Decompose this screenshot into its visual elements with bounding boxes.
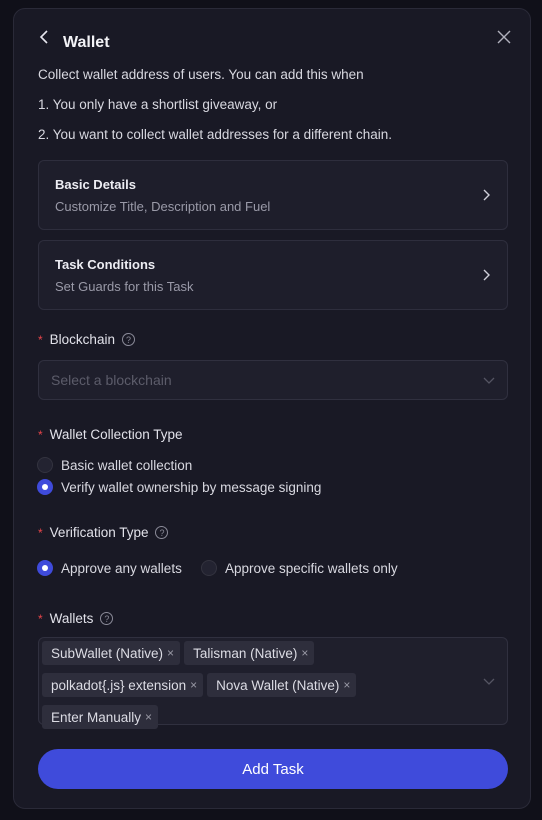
verification-type-label: * Verification Type ? <box>38 525 169 540</box>
wallet-tag: polkadot{.js} extension × <box>42 673 204 697</box>
radio-label: Approve any wallets <box>61 560 182 576</box>
radio-label: Verify wallet ownership by message signi… <box>61 479 322 495</box>
description-line: 2. You want to collect wallet addresses … <box>38 127 392 142</box>
radio-button-selected[interactable] <box>37 479 53 495</box>
task-conditions-card[interactable]: Task Conditions Set Guards for this Task <box>38 240 508 310</box>
label-text: Verification Type <box>49 525 149 540</box>
card-subtitle: Set Guards for this Task <box>55 279 194 294</box>
required-mark: * <box>38 427 43 442</box>
radio-button-selected[interactable] <box>37 560 53 576</box>
wallets-multiselect[interactable]: SubWallet (Native) × Talisman (Native) × p… <box>38 637 508 729</box>
card-title: Basic Details <box>55 177 136 192</box>
chevron-down-icon <box>483 377 495 384</box>
tag-label: Nova Wallet (Native) <box>216 677 340 693</box>
add-task-button[interactable]: Add Task <box>38 749 508 789</box>
wallet-tag: Nova Wallet (Native) × <box>207 673 357 697</box>
description-line: 1. You only have a shortlist giveaway, o… <box>38 97 278 112</box>
wallet-tag: SubWallet (Native) × <box>42 641 181 665</box>
remove-tag-icon[interactable]: × <box>190 678 197 692</box>
radio-label: Approve specific wallets only <box>225 560 398 576</box>
back-arrow-icon[interactable] <box>38 30 52 44</box>
wallets-label: * Wallets ? <box>38 611 114 626</box>
remove-tag-icon[interactable]: × <box>145 710 152 724</box>
chevron-right-icon <box>483 189 490 201</box>
card-subtitle: Customize Title, Description and Fuel <box>55 199 271 214</box>
radio-label: Basic wallet collection <box>61 457 193 473</box>
label-text: Wallet Collection Type <box>49 427 183 442</box>
chevron-right-icon <box>483 269 490 281</box>
blockchain-select[interactable]: Select a blockchain <box>38 360 508 400</box>
tag-label: Enter Manually <box>51 709 142 725</box>
wallet-tag: Talisman (Native) × <box>184 641 315 665</box>
help-icon[interactable]: ? <box>155 526 169 539</box>
description-line: Collect wallet address of users. You can… <box>38 67 364 82</box>
radio-approve-any[interactable]: Approve any wallets <box>37 560 182 576</box>
required-mark: * <box>38 332 43 347</box>
radio-button[interactable] <box>37 457 53 473</box>
required-mark: * <box>38 611 43 626</box>
help-icon[interactable]: ? <box>121 333 135 346</box>
help-icon[interactable]: ? <box>100 612 114 625</box>
remove-tag-icon[interactable]: × <box>301 646 308 660</box>
remove-tag-icon[interactable]: × <box>343 678 350 692</box>
basic-details-card[interactable]: Basic Details Customize Title, Descripti… <box>38 160 508 230</box>
tag-label: SubWallet (Native) <box>51 645 164 661</box>
tag-label: polkadot{.js} extension <box>51 677 187 693</box>
radio-approve-specific[interactable]: Approve specific wallets only <box>201 560 398 576</box>
card-title: Task Conditions <box>55 257 156 272</box>
label-text: Wallets <box>49 611 94 626</box>
tag-label: Talisman (Native) <box>193 645 298 661</box>
radio-verify-ownership[interactable]: Verify wallet ownership by message signi… <box>37 479 321 495</box>
radio-basic-collection[interactable]: Basic wallet collection <box>37 457 192 473</box>
select-placeholder: Select a blockchain <box>51 372 172 388</box>
modal-title: Wallet <box>63 34 110 51</box>
required-mark: * <box>38 525 43 540</box>
chevron-down-icon <box>483 678 495 685</box>
radio-button[interactable] <box>201 560 217 576</box>
wallet-tag: Enter Manually × <box>42 705 159 729</box>
close-icon[interactable] <box>496 29 512 45</box>
label-text: Blockchain <box>49 332 115 347</box>
wallet-task-modal: Wallet Collect wallet address of users. … <box>13 8 531 809</box>
remove-tag-icon[interactable]: × <box>167 646 174 660</box>
blockchain-label: * Blockchain ? <box>38 332 135 347</box>
collection-type-label: * Wallet Collection Type <box>38 427 182 442</box>
